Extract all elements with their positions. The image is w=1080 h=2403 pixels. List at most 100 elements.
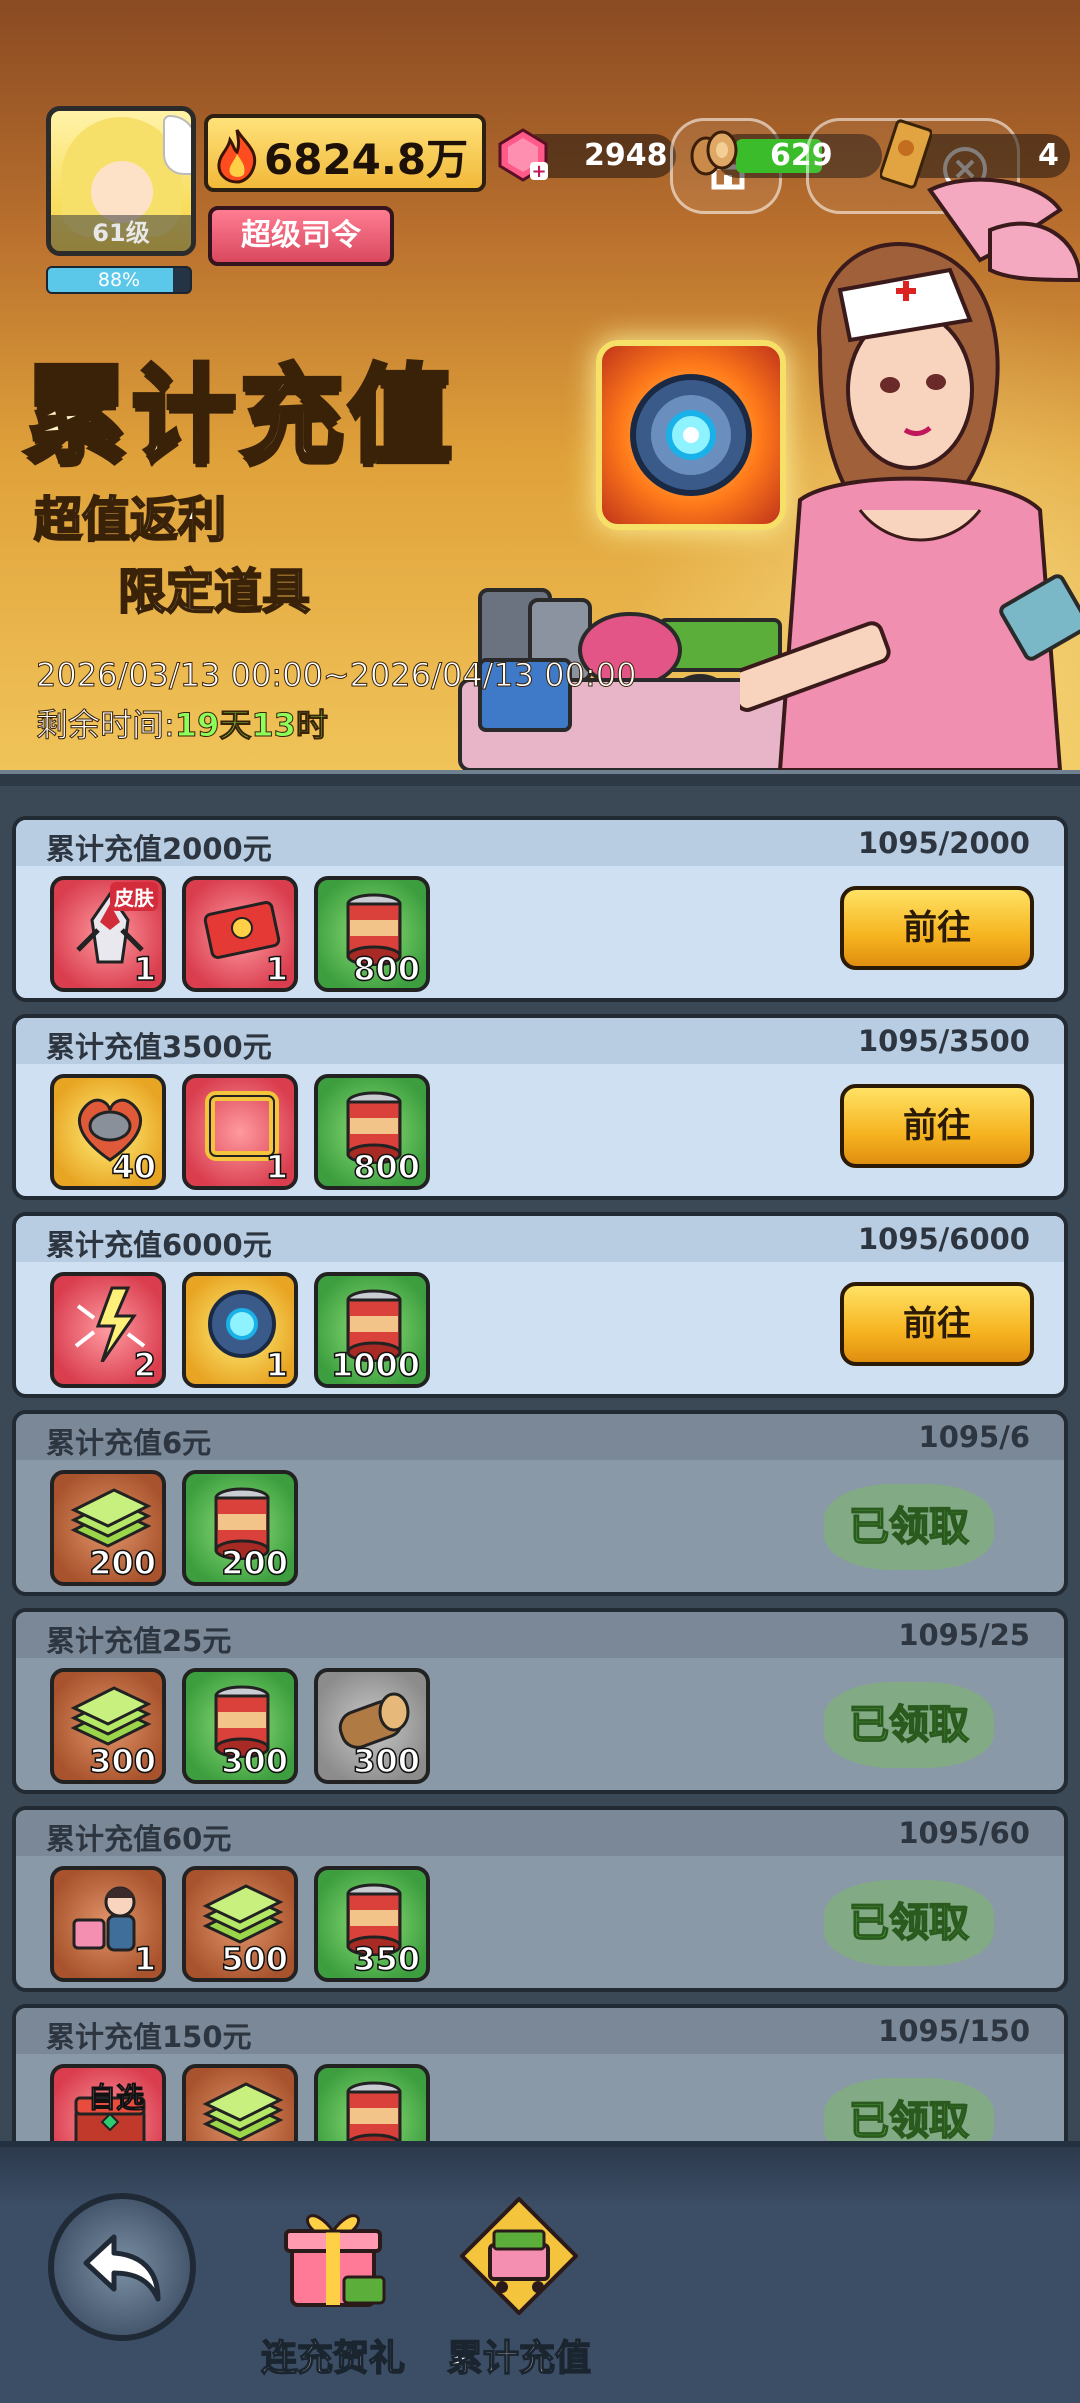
tab-consecutive-gift-label: 连充贺礼 xyxy=(260,2337,406,2380)
reward-count: 350 xyxy=(352,1939,420,1978)
tier-progress: 1095/25 xyxy=(898,1618,1030,1652)
reward-item[interactable]: 200 xyxy=(50,1470,166,1586)
remaining-time-value: 19天13时 xyxy=(174,706,328,745)
tier-progress: 1095/6 xyxy=(918,1420,1030,1454)
tier-title: 累计充值3500元 xyxy=(46,1030,272,1064)
tier-title: 累计充值2000元 xyxy=(46,832,272,866)
event-banner: 61级 88% 6824.8万 超级司令 2948 + 629 4 累计充值 超… xyxy=(0,0,1080,770)
tier-progress: 1095/3500 xyxy=(857,1024,1030,1058)
tab-consecutive-gift[interactable]: 连充贺礼 xyxy=(248,2187,418,2397)
reward-count: 40 xyxy=(111,1147,157,1186)
shopping-cart-icon xyxy=(460,2197,578,2315)
tier-list[interactable]: 累计充值2000元 1095/2000 皮肤 1 1 800 前往 累计充值3500元 1095… xyxy=(0,786,1080,2141)
reward-item[interactable] xyxy=(182,2064,298,2141)
core-orb-icon xyxy=(630,374,752,496)
reward-count: 200 xyxy=(220,1543,288,1582)
tier-title: 累计充值6000元 xyxy=(46,1228,272,1262)
claimed-stamp: 已领取 xyxy=(824,1682,994,1768)
reward-count: 300 xyxy=(352,1741,420,1780)
gem-icon: + xyxy=(498,128,548,182)
ticket-count: 4 xyxy=(1038,138,1059,173)
player-level: 61级 xyxy=(51,215,191,251)
claimed-stamp: 已领取 xyxy=(824,2078,994,2141)
gift-box-icon xyxy=(284,2214,386,2307)
event-subtitle-1: 超值返利 xyxy=(33,491,227,549)
player-avatar[interactable]: 61级 xyxy=(46,106,196,256)
tier-title: 累计充值150元 xyxy=(46,2020,252,2054)
reward-item[interactable]: 300 xyxy=(182,1668,298,1784)
flame-icon xyxy=(217,129,257,184)
cash-stack-icon xyxy=(202,2082,284,2141)
tier-card: 累计充值3500元 1095/3500 40 1 800 前往 xyxy=(12,1014,1068,1200)
reward-item[interactable]: 皮肤 1 xyxy=(50,876,166,992)
reward-item[interactable]: 1 xyxy=(182,1074,298,1190)
event-subtitle-2: 限定道具 xyxy=(117,563,311,621)
tier-card: 累计充值25元 1095/25 300 300 300 已领取 xyxy=(12,1608,1068,1794)
tier-title: 累计充值60元 xyxy=(46,1822,232,1856)
reward-count: 800 xyxy=(352,1147,420,1186)
event-period: 2026/03/13 00:00~2026/04/13 00:00 xyxy=(35,656,637,695)
reward-count: 1 xyxy=(265,1345,289,1384)
reward-item[interactable]: 300 xyxy=(50,1668,166,1784)
claimed-label: 已领取 xyxy=(848,1503,970,1551)
tab-cumulative-recharge[interactable]: 累计充值 xyxy=(434,2187,604,2397)
reward-count: 1 xyxy=(265,1147,289,1186)
exp-bar: 88% xyxy=(46,266,192,294)
reward-count: 800 xyxy=(352,949,420,988)
tier-progress: 1095/150 xyxy=(878,2014,1030,2048)
claimed-stamp: 已领取 xyxy=(824,1880,994,1966)
wood-icon xyxy=(690,130,738,176)
reward-item[interactable]: 1 xyxy=(50,1866,166,1982)
claimed-stamp: 已领取 xyxy=(824,1484,994,1570)
claimed-label: 已领取 xyxy=(848,1899,970,1947)
tier-card: 累计充值2000元 1095/2000 皮肤 1 1 800 前往 xyxy=(12,816,1068,1002)
claimed-label: 已领取 xyxy=(848,2097,970,2141)
reward-item[interactable]: 800 xyxy=(314,876,430,992)
can-icon xyxy=(346,2081,402,2141)
tier-card: 累计充值6元 1095/6 200 200 已领取 xyxy=(12,1410,1068,1596)
title-badge[interactable]: 超级司令 xyxy=(208,206,394,266)
tier-progress: 1095/2000 xyxy=(857,826,1030,860)
bottom-nav: 连充贺礼 累计充值 xyxy=(0,2141,1080,2403)
back-arrow-icon xyxy=(83,2234,161,2302)
reward-count: 300 xyxy=(88,1741,156,1780)
reward-count: 1000 xyxy=(330,1345,421,1384)
reward-item[interactable]: 300 xyxy=(314,1668,430,1784)
reward-item[interactable]: 200 xyxy=(182,1470,298,1586)
back-button[interactable] xyxy=(48,2193,196,2341)
reward-item[interactable]: 2 xyxy=(50,1272,166,1388)
reward-item[interactable]: 800 xyxy=(314,1074,430,1190)
claimed-label: 已领取 xyxy=(848,1701,970,1749)
power-display: 6824.8万 xyxy=(204,114,486,192)
tier-title: 累计充值25元 xyxy=(46,1624,232,1658)
tier-card: 累计充值150元 1095/150 自选 已领取 xyxy=(12,2004,1068,2141)
remaining-time-label: 剩余时间: xyxy=(36,706,176,745)
tier-card: 累计充值60元 1095/60 1 500 350 已领取 xyxy=(12,1806,1068,1992)
reward-item[interactable]: 40 xyxy=(50,1074,166,1190)
reward-count: 1 xyxy=(133,949,157,988)
reward-item[interactable]: 自选 xyxy=(50,2064,166,2141)
go-button[interactable]: 前往 xyxy=(840,1282,1034,1366)
recharge-screen: 61级 88% 6824.8万 超级司令 2948 + 629 4 累计充值 超… xyxy=(0,0,1080,2403)
reward-item[interactable]: 350 xyxy=(314,1866,430,1982)
power-value: 6824.8万 xyxy=(264,135,469,184)
go-button[interactable]: 前往 xyxy=(840,886,1034,970)
reward-count: 200 xyxy=(88,1543,156,1582)
reward-item[interactable] xyxy=(314,2064,430,2141)
reward-count: 500 xyxy=(220,1939,288,1978)
reward-item[interactable]: 1 xyxy=(182,1272,298,1388)
reward-tag: 自选 xyxy=(87,2081,145,2115)
reward-item[interactable]: 500 xyxy=(182,1866,298,1982)
nurse-character-illustration xyxy=(740,177,1080,770)
reward-item[interactable]: 1 xyxy=(182,876,298,992)
exp-percent: 88% xyxy=(97,269,141,291)
tier-progress: 1095/60 xyxy=(898,1816,1030,1850)
reward-tag: 皮肤 xyxy=(110,882,158,911)
event-title: 累计充值 xyxy=(21,352,457,479)
reward-item[interactable]: 1000 xyxy=(314,1272,430,1388)
tier-card: 累计充值6000元 1095/6000 2 1 1000 前往 xyxy=(12,1212,1068,1398)
go-button[interactable]: 前往 xyxy=(840,1084,1034,1168)
tier-progress: 1095/6000 xyxy=(857,1222,1030,1256)
reward-count: 1 xyxy=(265,949,289,988)
reward-count: 300 xyxy=(220,1741,288,1780)
